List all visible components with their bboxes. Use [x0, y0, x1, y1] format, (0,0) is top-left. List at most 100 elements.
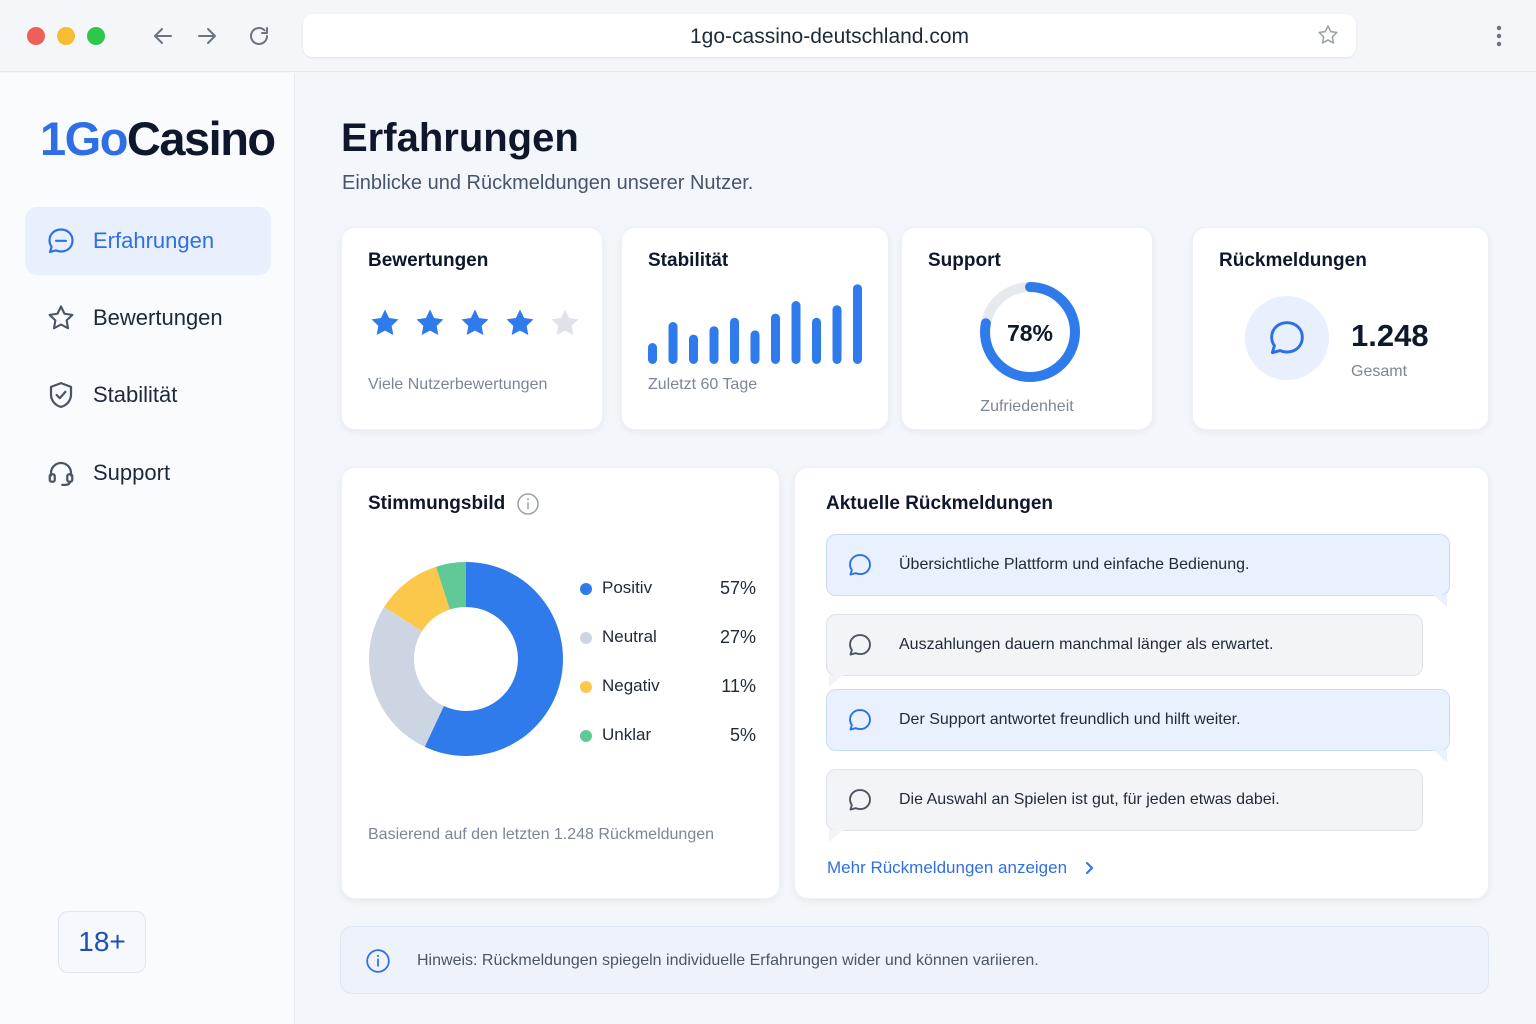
stability-bar-chart [648, 284, 862, 364]
legend-swatch [580, 583, 592, 595]
window-maximize-button[interactable] [87, 27, 105, 45]
card-title: Rückmeldungen [1219, 250, 1367, 271]
page-title: Erfahrungen [341, 116, 579, 160]
chat-bubble-icon [45, 225, 77, 257]
feedback-text: Die Auswahl an Spielen ist gut, für jede… [899, 791, 1280, 808]
legend-item-neutral: Neutral 27% [580, 627, 760, 676]
feedback-item[interactable]: Auszahlungen dauern manchmal länger als … [826, 614, 1423, 687]
sidebar-item-erfahrungen[interactable]: Erfahrungen [25, 207, 271, 275]
sentiment-legend: Positiv 57% Neutral 27% Negativ 11% Unklar 5% [580, 578, 760, 774]
address-bar[interactable]: 1go-cassino-deutschland.com [303, 14, 1356, 57]
sidebar-item-label: Erfahrungen [93, 228, 215, 253]
sidebar-item-label: Stabilität [93, 382, 178, 407]
shield-check-icon [45, 379, 77, 411]
kebab-menu-icon [1496, 25, 1502, 47]
feedback-item[interactable]: Der Support antwortet freundlich und hil… [826, 689, 1450, 762]
feedback-total-caption: Gesamt [1351, 363, 1408, 380]
url-text: 1go-cassino-deutschland.com [690, 25, 969, 48]
info-icon [365, 948, 391, 979]
browser-toolbar: 1go-cassino-deutschland.com [0, 0, 1536, 72]
legend-swatch [580, 681, 592, 693]
stability-bar [730, 317, 739, 364]
sidebar-item-label: Support [93, 460, 171, 485]
window-minimize-button[interactable] [57, 27, 75, 45]
ratings-caption: Viele Nutzerbewertungen [368, 376, 548, 393]
support-card: Support 78% Zufriedenheit [901, 227, 1153, 430]
more-feedback-link[interactable]: Mehr Rückmeldungen anzeigen [827, 858, 1095, 878]
feedback-item[interactable]: Die Auswahl an Spielen ist gut, für jede… [826, 769, 1423, 842]
age-restriction-badge: 18+ [58, 911, 146, 973]
bookmark-star-icon[interactable] [1316, 23, 1340, 52]
support-caption: Zufriedenheit [980, 398, 1074, 415]
feedback-item[interactable]: Übersichtliche Plattform und einfache Be… [826, 534, 1450, 607]
star-filled-icon [506, 309, 534, 336]
reload-icon [250, 27, 268, 45]
legend-value: 5% [729, 725, 756, 745]
sidebar-item-label: Bewertungen [93, 305, 223, 330]
feedback-text: Übersichtliche Plattform und einfache Be… [899, 556, 1250, 573]
star-icon [45, 302, 77, 334]
card-title: Aktuelle Rückmeldungen [826, 493, 1053, 514]
arrow-left-icon [154, 28, 172, 44]
stability-bar [791, 301, 801, 364]
stability-bar [709, 326, 719, 364]
chevron-right-icon [1083, 860, 1095, 876]
star-filled-icon [461, 309, 489, 336]
stability-bar [832, 305, 842, 364]
legend-swatch [580, 730, 592, 742]
recent-feedback-card: Aktuelle Rückmeldungen Übersichtliche Pl… [794, 467, 1489, 899]
bubble-tail [829, 830, 843, 842]
star-empty-icon [551, 309, 579, 336]
chat-bubble-icon [849, 634, 871, 656]
donut-slice-neutral [369, 607, 444, 747]
logo-part-2: Casino [126, 112, 276, 165]
logo-part-1: 1Go [40, 112, 128, 165]
sidebar: 1GoCasino Erfahrungen Bewertungen Stabil… [0, 73, 295, 1024]
info-icon[interactable] [516, 492, 540, 521]
sidebar-item-bewertungen[interactable]: Bewertungen [25, 284, 271, 352]
star-filled-icon [371, 309, 399, 336]
legend-item-negativ: Negativ 11% [580, 676, 760, 725]
legend-label: Positiv [602, 578, 653, 597]
reload-button[interactable] [245, 22, 273, 50]
legend-value: 57% [719, 578, 756, 598]
sentiment-donut-chart [369, 562, 563, 756]
arrow-right-icon [198, 28, 216, 44]
back-button[interactable] [149, 22, 177, 50]
chat-bubble-icon [849, 709, 871, 731]
headset-icon [45, 457, 77, 489]
legend-label: Neutral [602, 627, 657, 646]
feedback-total-value: 1.248 [1351, 318, 1429, 353]
browser-menu-button[interactable] [1486, 22, 1512, 50]
stability-bar [648, 343, 657, 364]
disclaimer-note: Hinweis: Rückmeldungen spiegeln individu… [340, 926, 1489, 994]
support-percent: 78% [1006, 320, 1054, 346]
more-feedback-label: Mehr Rückmeldungen anzeigen [827, 858, 1068, 877]
stability-bar [812, 317, 821, 364]
legend-label: Unklar [602, 725, 652, 744]
sidebar-item-stabilitaet[interactable]: Stabilität [25, 361, 271, 429]
card-title: Bewertungen [368, 250, 489, 271]
ratings-card: Bewertungen Viele Nutzerbewertungen [341, 227, 603, 430]
brand-logo[interactable]: 1GoCasino [40, 111, 276, 166]
card-title: Stimmungsbild [368, 493, 506, 514]
stability-bar [689, 334, 698, 364]
legend-swatch [580, 632, 592, 644]
stability-bar [771, 313, 780, 364]
sidebar-item-support[interactable]: Support [25, 439, 271, 507]
window-close-button[interactable] [27, 27, 45, 45]
legend-label: Negativ [602, 676, 660, 695]
chat-bubble-icon [849, 789, 871, 811]
disclaimer-text: Hinweis: Rückmeldungen spiegeln individu… [417, 952, 1039, 969]
stability-caption: Zuletzt 60 Tage [648, 376, 758, 393]
message-circle-badge [1245, 296, 1329, 380]
page-subtitle: Einblicke und Rückmeldungen unserer Nutz… [342, 172, 754, 194]
support-satisfaction-gauge: 78% [978, 280, 1082, 384]
feedback-text: Der Support antwortet freundlich und hil… [899, 711, 1241, 728]
feedback-count-card: Rückmeldungen 1.248 Gesamt [1192, 227, 1489, 430]
forward-button[interactable] [193, 22, 221, 50]
card-title: Support [928, 250, 1001, 271]
chat-bubble-icon [1270, 321, 1304, 355]
bubble-tail [1433, 750, 1447, 762]
chat-bubble-icon [849, 554, 871, 576]
